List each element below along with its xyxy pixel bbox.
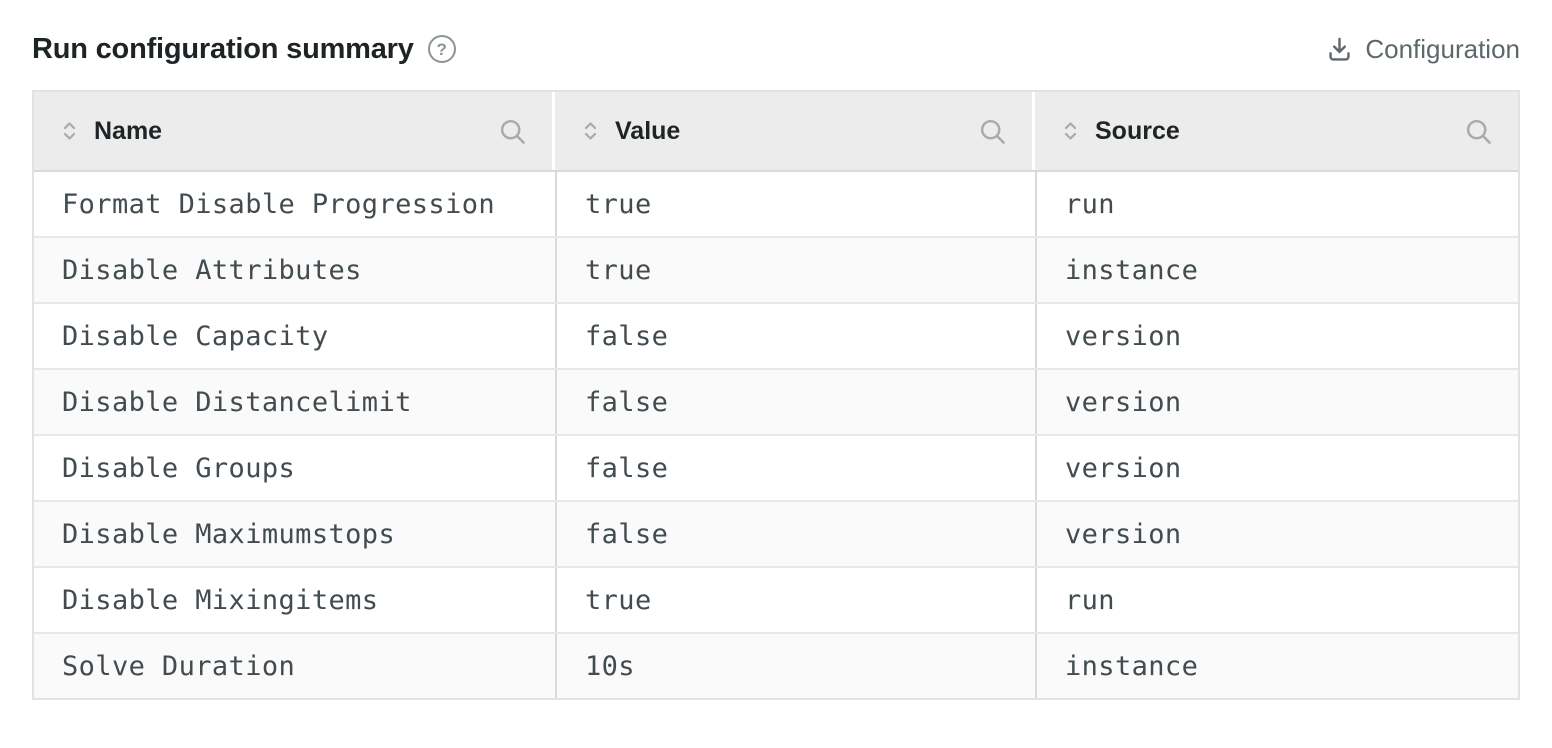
table-row: Disable Maximumstops false version: [34, 500, 1518, 566]
column-header-name[interactable]: Name: [34, 92, 555, 170]
cell-source: version: [1035, 502, 1518, 566]
cell-name: Disable Maximumstops: [34, 502, 555, 566]
cell-name: Disable Groups: [34, 436, 555, 500]
cell-name: Disable Mixingitems: [34, 568, 555, 632]
table-row: Disable Groups false version: [34, 434, 1518, 500]
table-header-row: Name Value: [34, 92, 1518, 170]
download-label: Configuration: [1365, 34, 1520, 65]
cell-value: false: [555, 436, 1035, 500]
cell-name: Disable Distancelimit: [34, 370, 555, 434]
sort-icon[interactable]: [1061, 120, 1080, 142]
cell-source: version: [1035, 304, 1518, 368]
cell-value: true: [555, 172, 1035, 236]
page-title: Run configuration summary: [32, 33, 414, 66]
cell-name: Disable Capacity: [34, 304, 555, 368]
cell-name: Solve Duration: [34, 634, 555, 698]
cell-value: true: [555, 238, 1035, 302]
table-row: Disable Distancelimit false version: [34, 368, 1518, 434]
cell-name: Format Disable Progression: [34, 172, 555, 236]
column-header-value[interactable]: Value: [555, 92, 1035, 170]
table-row: Solve Duration 10s instance: [34, 632, 1518, 698]
title-wrap: Run configuration summary ?: [32, 33, 456, 66]
column-header-label: Name: [94, 117, 497, 146]
table-body: Format Disable Progression true run Disa…: [34, 170, 1518, 698]
cell-value: 10s: [555, 634, 1035, 698]
cell-name: Disable Attributes: [34, 238, 555, 302]
table-row: Disable Attributes true instance: [34, 236, 1518, 302]
cell-source: instance: [1035, 238, 1518, 302]
sort-icon[interactable]: [60, 120, 79, 142]
download-configuration-button[interactable]: Configuration: [1325, 34, 1520, 65]
page: Run configuration summary ? Configuratio…: [0, 0, 1552, 700]
run-configuration-table: Name Value: [32, 90, 1520, 700]
table-row: Format Disable Progression true run: [34, 170, 1518, 236]
cell-source: version: [1035, 436, 1518, 500]
page-header: Run configuration summary ? Configuratio…: [32, 26, 1520, 72]
cell-source: run: [1035, 568, 1518, 632]
cell-source: run: [1035, 172, 1518, 236]
search-icon[interactable]: [977, 116, 1008, 147]
column-header-label: Value: [615, 117, 977, 146]
table-row: Disable Mixingitems true run: [34, 566, 1518, 632]
cell-value: false: [555, 304, 1035, 368]
column-header-label: Source: [1095, 117, 1463, 146]
table-row: Disable Capacity false version: [34, 302, 1518, 368]
column-header-source[interactable]: Source: [1035, 92, 1518, 170]
search-icon[interactable]: [497, 116, 528, 147]
help-circle-icon[interactable]: ?: [428, 35, 456, 63]
cell-source: version: [1035, 370, 1518, 434]
cell-value: false: [555, 370, 1035, 434]
cell-value: false: [555, 502, 1035, 566]
cell-source: instance: [1035, 634, 1518, 698]
cell-value: true: [555, 568, 1035, 632]
search-icon[interactable]: [1463, 116, 1494, 147]
download-icon: [1325, 35, 1354, 64]
sort-icon[interactable]: [581, 120, 600, 142]
